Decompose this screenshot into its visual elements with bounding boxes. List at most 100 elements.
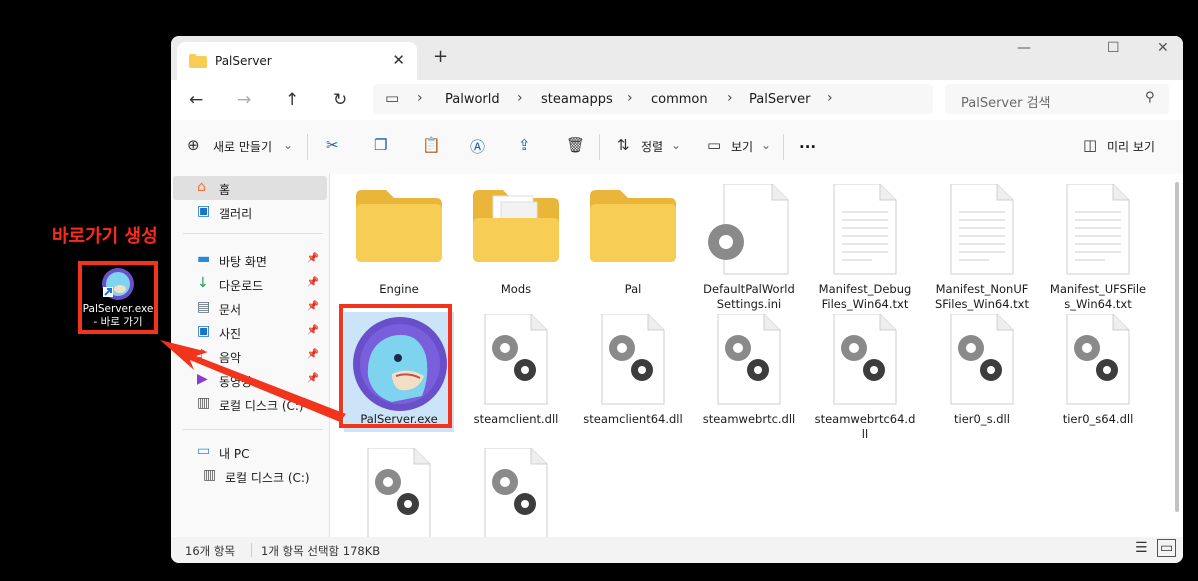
file-item[interactable]: Engine: [344, 182, 454, 302]
sidebar-item-desktop[interactable]: ▬ 바탕 화면 📌: [173, 248, 327, 272]
more-options-button[interactable]: ...: [799, 134, 816, 152]
file-name: steamwebrtc.dll: [702, 412, 796, 426]
status-bar: 16개 항목 1개 항목 선택함 178KB ☰ ▭: [171, 537, 1183, 563]
breadcrumb-palserver[interactable]: PalServer: [749, 92, 810, 107]
file-list: Engine Mods Pal DefaultPalWorld Settings…: [330, 174, 1183, 539]
breadcrumb-palworld[interactable]: Palworld: [445, 92, 500, 107]
sidebar-item-documents[interactable]: ▤ 문서 📌: [173, 296, 327, 320]
sidebar-item-downloads[interactable]: ↓ 다운로드 📌: [173, 272, 327, 296]
plus-circle-icon: ⊕: [187, 136, 200, 154]
view-button[interactable]: 보기: [731, 138, 753, 155]
file-item[interactable]: [344, 442, 454, 542]
sort-button[interactable]: 정렬: [641, 138, 663, 155]
chevron-down-icon: ⌄: [761, 138, 772, 152]
close-tab-icon[interactable]: ✕: [392, 51, 405, 69]
gallery-icon: ▣: [197, 203, 211, 219]
divider: [599, 134, 600, 160]
search-input[interactable]: PalServer 검색 ⚲: [945, 84, 1169, 114]
file-name: Manifest_NonUF SFiles_Win64.txt: [935, 282, 1029, 311]
annotation-arrow-icon: [160, 340, 346, 422]
item-count: 16개 항목: [185, 544, 236, 558]
up-icon[interactable]: ↑: [285, 90, 299, 110]
sort-icon: ⇅: [617, 136, 630, 154]
refresh-icon[interactable]: ↻: [333, 90, 347, 110]
file-item[interactable]: Manifest_NonUF SFiles_Win64.txt: [927, 182, 1037, 311]
details-view-icon[interactable]: ☰: [1135, 540, 1148, 556]
sidebar-item-gallery[interactable]: ▣ 갤러리: [173, 200, 327, 224]
folder-icon: [356, 190, 442, 262]
file-name: tier0_s.dll: [954, 412, 1010, 426]
file-item[interactable]: tier0_s64.dll: [1043, 312, 1153, 432]
pin-icon[interactable]: 📌: [307, 253, 319, 264]
file-item[interactable]: steamclient.dll: [461, 312, 571, 432]
share-icon[interactable]: ⇪: [518, 136, 531, 154]
dll-file-icon: [367, 448, 431, 539]
file-item[interactable]: steamclient64.dll: [578, 312, 688, 432]
file-name: steamclient.dll: [473, 412, 559, 426]
sidebar-item-local-disk-c[interactable]: ▥ 로컬 디스크 (C:): [173, 464, 327, 488]
file-name: tier0_s64.dll: [1062, 412, 1134, 426]
selection-info: 1개 항목 선택함 178KB: [261, 544, 381, 558]
new-button[interactable]: 새로 만들기: [213, 138, 272, 155]
chevron-right-icon: ›: [827, 90, 833, 106]
delete-icon[interactable]: 🗑: [566, 136, 585, 154]
file-item[interactable]: steamwebrtc64.d ll: [810, 312, 920, 441]
command-bar: ⊕ 새로 만들기 ⌄ ✂ ❐ 📋 Ⓐ ⇪ 🗑 ⇅ 정렬 ⌄ ▭ 보기 ⌄ ...…: [171, 120, 1183, 175]
scrollbar[interactable]: [1175, 182, 1179, 512]
copy-icon[interactable]: ❐: [374, 136, 387, 154]
dll-file-icon: [484, 314, 548, 405]
breadcrumb-common[interactable]: common: [651, 92, 708, 107]
file-item[interactable]: tier0_s.dll: [927, 312, 1037, 432]
title-bar: PalServer ✕ + — ☐ ✕: [171, 36, 1183, 80]
pin-icon[interactable]: 📌: [307, 301, 319, 312]
file-name: DefaultPalWorld Settings.ini: [703, 282, 795, 311]
search-icon: ⚲: [1145, 90, 1155, 105]
annotation-title: 바로가기 생성: [52, 226, 158, 247]
file-item[interactable]: Pal: [578, 182, 688, 302]
file-item[interactable]: DefaultPalWorld Settings.ini: [694, 182, 804, 311]
paste-icon[interactable]: 📋: [422, 136, 441, 154]
highlight-box: [339, 304, 452, 428]
rename-icon[interactable]: Ⓐ: [470, 136, 485, 157]
maximize-icon[interactable]: ☐: [1107, 40, 1120, 56]
chevron-right-icon: ›: [627, 90, 633, 106]
large-icons-view-icon[interactable]: ▭: [1157, 539, 1177, 557]
address-bar[interactable]: ▭ › Palworld › steamapps › common › PalS…: [373, 84, 933, 114]
breadcrumb-steamapps[interactable]: steamapps: [541, 92, 613, 107]
file-item[interactable]: Mods: [461, 182, 571, 302]
divider: [783, 134, 784, 160]
pc-icon: ▭: [385, 89, 400, 107]
file-name: Manifest_Debug Files_Win64.txt: [818, 282, 912, 311]
sidebar-item-this-pc[interactable]: ▭ 내 PC: [173, 440, 327, 464]
settings-file-icon: [708, 184, 789, 275]
sidebar-item-label: 홈: [219, 183, 231, 197]
sidebar-item-label: 문서: [219, 303, 242, 317]
sidebar-item-label: 다운로드: [219, 279, 264, 293]
folder-icon: [590, 190, 676, 262]
new-tab-button[interactable]: +: [433, 46, 448, 67]
file-name: steamclient64.dll: [583, 412, 683, 426]
explorer-window: PalServer ✕ + — ☐ ✕ ← → ↑ ↻ ▭ › Palworld…: [171, 36, 1183, 563]
sidebar-item-home[interactable]: ⌂ 홈: [173, 176, 327, 200]
forward-icon[interactable]: →: [237, 90, 251, 110]
file-item[interactable]: steamwebrtc.dll: [694, 312, 804, 432]
preview-button[interactable]: 미리 보기: [1107, 138, 1155, 155]
file-name: steamwebrtc64.d ll: [814, 412, 916, 441]
divider: [183, 233, 323, 234]
tab-palserver[interactable]: PalServer ✕: [177, 42, 417, 80]
chevron-down-icon: ⌄: [671, 138, 682, 152]
close-window-icon[interactable]: ✕: [1157, 40, 1169, 56]
back-icon[interactable]: ←: [189, 90, 203, 110]
minimize-icon[interactable]: —: [1017, 40, 1031, 56]
pin-icon[interactable]: 📌: [307, 277, 319, 288]
cut-icon[interactable]: ✂: [326, 136, 339, 154]
file-item[interactable]: Manifest_Debug Files_Win64.txt: [810, 182, 920, 311]
file-item[interactable]: Manifest_UFSFile s_Win64.txt: [1043, 182, 1153, 311]
tab-title: PalServer: [215, 54, 272, 68]
text-file-icon: [950, 184, 1014, 275]
dll-file-icon: [950, 314, 1014, 405]
document-icon: ▤: [197, 299, 211, 315]
download-icon: ↓: [197, 275, 209, 291]
file-item[interactable]: [461, 442, 571, 542]
desktop-shortcut[interactable]: PalServer.exe - 바로 가기: [78, 261, 158, 334]
